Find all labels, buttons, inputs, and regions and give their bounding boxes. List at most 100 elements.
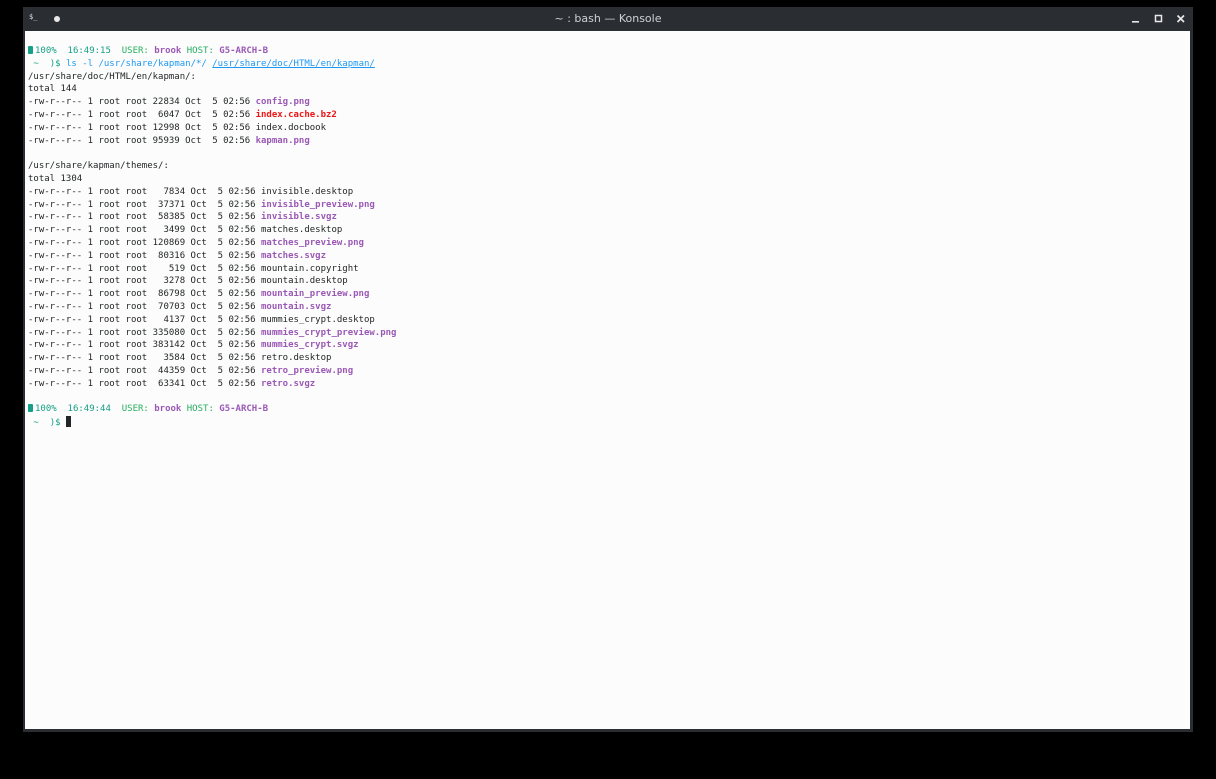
file-meta: -rw-r--r-- 1 root root 4137 Oct 5 02:56 xyxy=(28,314,261,325)
maximize-icon xyxy=(1154,14,1163,23)
file-row: -rw-r--r-- 1 root root 86798 Oct 5 02:56… xyxy=(28,288,396,301)
file-row: -rw-r--r-- 1 root root 80316 Oct 5 02:56… xyxy=(28,250,396,263)
host-name: G5-ARCH-B xyxy=(219,46,269,56)
user-label: USER: xyxy=(121,404,149,415)
file-row: -rw-r--r-- 1 root root 22834 Oct 5 02:56… xyxy=(28,96,396,109)
file-name: index.cache.bz2 xyxy=(255,109,337,120)
file-meta: -rw-r--r-- 1 root root 12998 Oct 5 02:56 xyxy=(28,122,256,133)
file-meta: -rw-r--r-- 1 root root 63341 Oct 5 02:56 xyxy=(28,378,261,389)
directory-header: /usr/share/kapman/themes/: xyxy=(28,161,169,172)
file-name: invisible.svgz xyxy=(261,212,337,223)
file-row: -rw-r--r-- 1 root root 4137 Oct 5 02:56 … xyxy=(28,314,396,327)
directory-total: total 144 xyxy=(28,84,77,95)
file-name: kapman.png xyxy=(255,135,310,146)
file-meta: -rw-r--r-- 1 root root 7834 Oct 5 02:56 xyxy=(28,186,261,197)
file-row: -rw-r--r-- 1 root root 6047 Oct 5 02:56 … xyxy=(28,109,396,122)
battery-icon xyxy=(28,404,33,413)
file-meta: -rw-r--r-- 1 root root 3278 Oct 5 02:56 xyxy=(28,276,261,287)
file-meta: -rw-r--r-- 1 root root 3584 Oct 5 02:56 xyxy=(28,353,261,364)
file-meta: -rw-r--r-- 1 root root 383142 Oct 5 02:5… xyxy=(28,340,261,351)
file-name: retro.svgz xyxy=(261,378,316,389)
battery-level: 100% xyxy=(35,46,57,56)
terminal-area[interactable]: 100% 16:49:15 USER: brook HOST: G5-ARCH-… xyxy=(25,31,1190,729)
prompt-symbol: )$ xyxy=(49,58,61,69)
file-name: mountain.svgz xyxy=(261,301,332,312)
file-row: -rw-r--r-- 1 root root 383142 Oct 5 02:5… xyxy=(28,339,396,352)
file-name: invisible_preview.png xyxy=(261,199,375,210)
file-row: -rw-r--r-- 1 root root 37371 Oct 5 02:56… xyxy=(28,199,396,212)
file-row: -rw-r--r-- 1 root root 70703 Oct 5 02:56… xyxy=(28,301,396,314)
host-label: HOST: xyxy=(186,404,214,415)
file-name: config.png xyxy=(255,97,310,108)
file-meta: -rw-r--r-- 1 root root 70703 Oct 5 02:56 xyxy=(28,301,261,312)
input-line[interactable]: ~ )$ xyxy=(28,416,396,429)
user-name: brook xyxy=(154,404,182,415)
file-row: -rw-r--r-- 1 root root 519 Oct 5 02:56 m… xyxy=(28,263,396,276)
minimize-icon xyxy=(1132,21,1139,23)
file-row: -rw-r--r-- 1 root root 58385 Oct 5 02:56… xyxy=(28,211,396,224)
user-name: brook xyxy=(154,46,182,56)
host-name: G5-ARCH-B xyxy=(219,404,269,415)
file-meta: -rw-r--r-- 1 root root 44359 Oct 5 02:56 xyxy=(28,365,261,376)
file-meta: -rw-r--r-- 1 root root 120869 Oct 5 02:5… xyxy=(28,237,261,248)
directory-header: /usr/share/doc/HTML/en/kapman/: xyxy=(28,71,196,82)
prompt-line: 100% 16:49:15 USER: brook HOST: G5-ARCH-… xyxy=(28,45,396,58)
file-row: -rw-r--r-- 1 root root 95939 Oct 5 02:56… xyxy=(28,135,396,148)
window-title: ~ : bash — Konsole xyxy=(554,12,662,25)
file-meta: -rw-r--r-- 1 root root 22834 Oct 5 02:56 xyxy=(28,97,256,108)
prompt-time: 16:49:44 xyxy=(67,404,111,415)
file-name: mountain.copyright xyxy=(261,263,359,274)
file-name: mummies_crypt_preview.png xyxy=(261,327,397,338)
file-name: retro.desktop xyxy=(261,353,332,364)
file-meta: -rw-r--r-- 1 root root 519 Oct 5 02:56 xyxy=(28,263,261,274)
file-row: -rw-r--r-- 1 root root 120869 Oct 5 02:5… xyxy=(28,237,396,250)
file-name: index.docbook xyxy=(255,122,327,133)
host-label: HOST: xyxy=(186,46,214,56)
command-line: ~ )$ ls -l /usr/share/kapman/*/ /usr/sha… xyxy=(28,58,396,71)
battery-icon xyxy=(28,46,33,54)
command-arg-link[interactable]: /usr/share/doc/HTML/en/kapman/ xyxy=(212,59,375,69)
prompt-time: 16:49:15 xyxy=(67,46,111,56)
file-row: -rw-r--r-- 1 root root 44359 Oct 5 02:56… xyxy=(28,365,396,378)
user-label: USER: xyxy=(121,46,149,56)
command-arg: /usr/share/kapman/*/ xyxy=(98,58,207,69)
prompt-dir: ~ xyxy=(33,58,39,69)
file-meta: -rw-r--r-- 1 root root 58385 Oct 5 02:56 xyxy=(28,212,261,223)
file-meta: -rw-r--r-- 1 root root 3499 Oct 5 02:56 xyxy=(28,225,261,236)
file-name: matches.desktop xyxy=(261,225,343,236)
file-name: mountain.desktop xyxy=(261,276,348,287)
battery-level: 100% xyxy=(35,404,57,415)
text-cursor xyxy=(65,416,71,428)
file-meta: -rw-r--r-- 1 root root 86798 Oct 5 02:56 xyxy=(28,289,261,300)
file-name: retro_preview.png xyxy=(261,365,354,376)
minimize-button[interactable] xyxy=(1129,12,1143,26)
file-meta: -rw-r--r-- 1 root root 95939 Oct 5 02:56 xyxy=(28,135,256,146)
file-row: -rw-r--r-- 1 root root 3499 Oct 5 02:56 … xyxy=(28,224,396,237)
file-name: invisible.desktop xyxy=(261,186,354,197)
maximize-button[interactable] xyxy=(1152,12,1166,26)
file-meta: -rw-r--r-- 1 root root 80316 Oct 5 02:56 xyxy=(28,250,261,261)
file-meta: -rw-r--r-- 1 root root 6047 Oct 5 02:56 xyxy=(28,109,256,120)
file-name: matches_preview.png xyxy=(261,237,364,248)
file-row: -rw-r--r-- 1 root root 12998 Oct 5 02:56… xyxy=(28,122,396,135)
terminal-output: 100% 16:49:15 USER: brook HOST: G5-ARCH-… xyxy=(28,45,396,429)
file-name: mummies_crypt.desktop xyxy=(261,314,375,325)
file-row: -rw-r--r-- 1 root root 63341 Oct 5 02:56… xyxy=(28,378,396,391)
title-bar[interactable]: $_ ~ : bash — Konsole xyxy=(23,7,1193,31)
file-name: matches.svgz xyxy=(261,250,327,261)
file-row: -rw-r--r-- 1 root root 335080 Oct 5 02:5… xyxy=(28,327,396,340)
directory-total: total 1304 xyxy=(28,173,83,184)
file-row: -rw-r--r-- 1 root root 3278 Oct 5 02:56 … xyxy=(28,275,396,288)
prompt-line: 100% 16:49:44 USER: brook HOST: G5-ARCH-… xyxy=(28,403,396,416)
prompt-symbol: )$ xyxy=(49,418,61,429)
prompt-dir: ~ xyxy=(33,418,39,429)
command-text: ls -l xyxy=(65,58,94,69)
file-meta: -rw-r--r-- 1 root root 335080 Oct 5 02:5… xyxy=(28,327,261,338)
file-row: -rw-r--r-- 1 root root 7834 Oct 5 02:56 … xyxy=(28,186,396,199)
file-meta: -rw-r--r-- 1 root root 37371 Oct 5 02:56 xyxy=(28,199,261,210)
konsole-window: $_ ~ : bash — Konsole 100% 16:49:15 USER… xyxy=(23,7,1193,732)
close-button[interactable] xyxy=(1174,12,1188,26)
file-name: mountain_preview.png xyxy=(261,289,370,300)
